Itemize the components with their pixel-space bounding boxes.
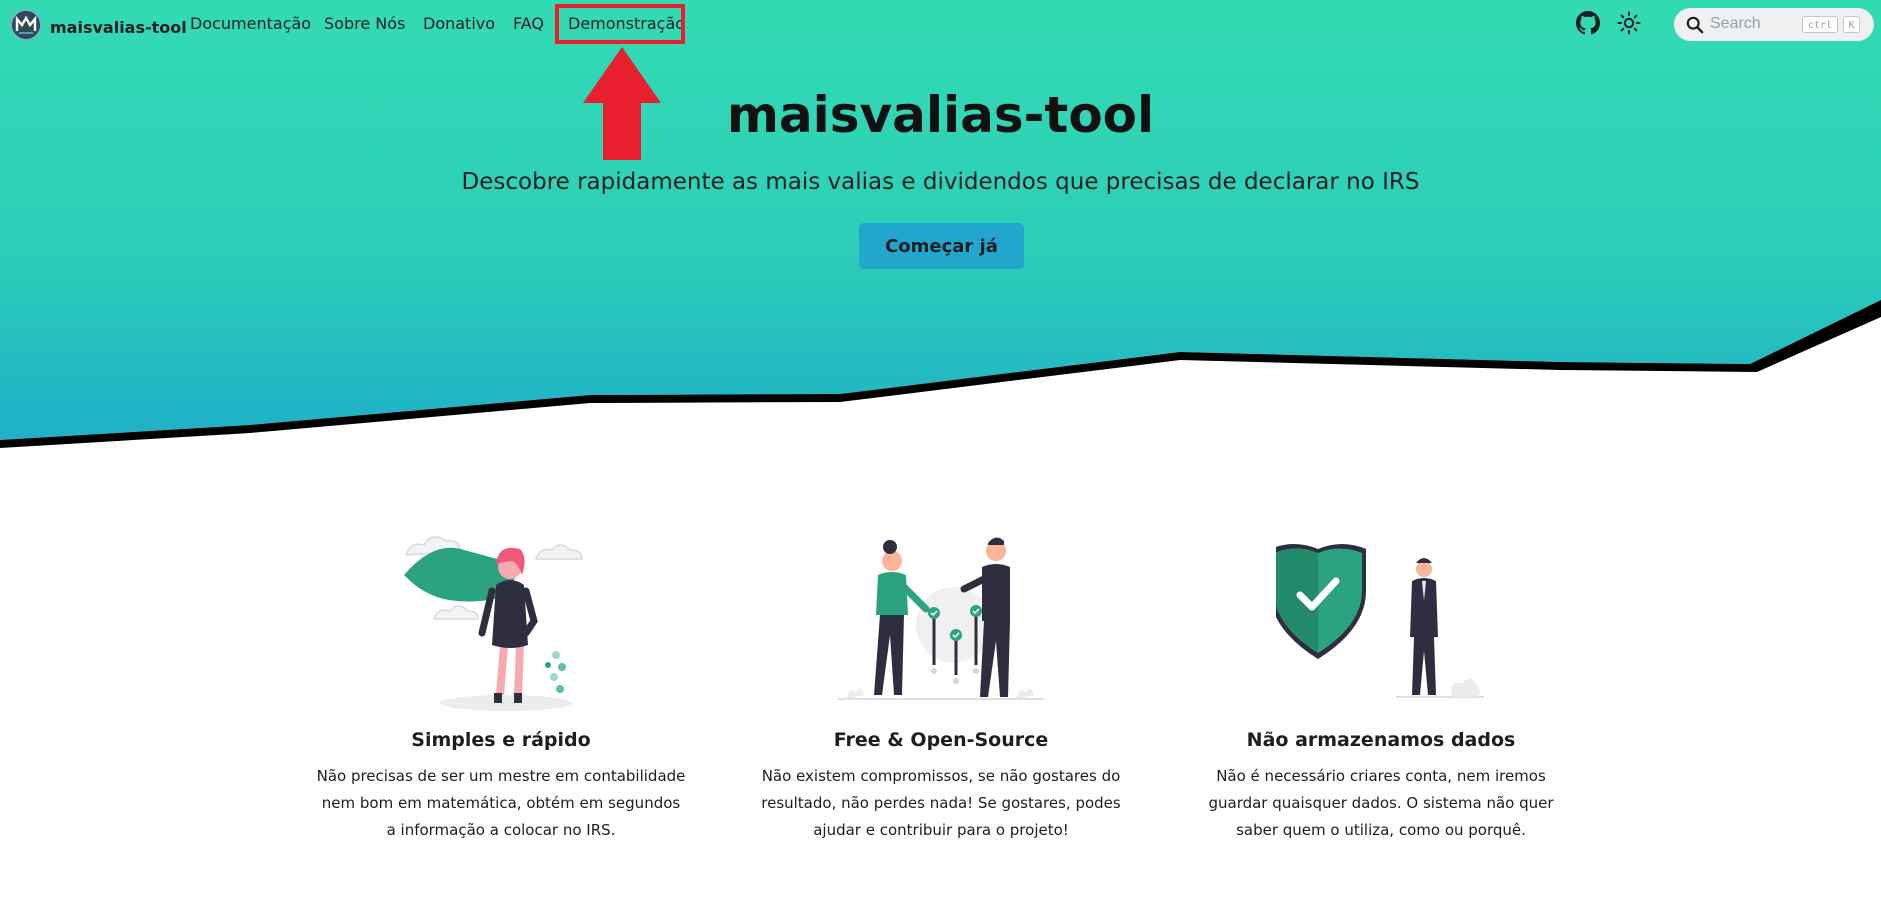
superhero-illustration: [404, 536, 583, 711]
github-link[interactable]: [1575, 11, 1601, 39]
sun-icon: [1617, 11, 1641, 39]
feature-description: Não precisas de ser um mestre em contabi…: [316, 767, 686, 839]
get-started-button[interactable]: Começar já: [859, 223, 1024, 269]
shortcut-ctrl-key: ctrl: [1802, 16, 1838, 33]
feature-title: Não armazenamos dados: [1246, 729, 1516, 751]
hero-title: maisvalias-tool: [726, 86, 1155, 144]
feature-simple: Simples e rápido Não precisas de ser um …: [301, 525, 701, 844]
team-illustration: [838, 537, 1044, 700]
nav-link-sobre-nos[interactable]: Sobre Nós: [324, 14, 405, 33]
highlight-box: [555, 4, 685, 44]
search-box[interactable]: ctrl K: [1674, 8, 1874, 41]
feature-title: Free & Open-Source: [833, 729, 1049, 751]
hero-subtitle: Descobre rapidamente as mais valias e di…: [461, 169, 1420, 195]
search-input[interactable]: [1710, 13, 1800, 35]
security-shield-illustration: [1276, 544, 1484, 698]
navbar: maisvalias-tool Documentação Sobre Nós D…: [0, 0, 1881, 160]
feature-open-source: Free & Open-Source Não existem compromis…: [741, 525, 1141, 844]
logo-icon: [10, 9, 42, 45]
theme-toggle-button[interactable]: [1616, 11, 1642, 39]
nav-link-donativo[interactable]: Donativo: [423, 14, 495, 33]
nav-link-faq[interactable]: FAQ: [513, 14, 544, 33]
search-icon: [1686, 16, 1704, 38]
feature-no-data: Não armazenamos dados Não é necessário c…: [1181, 525, 1581, 844]
shortcut-k-key: K: [1843, 16, 1860, 33]
feature-description: Não é necessário criares conta, nem irem…: [1208, 767, 1554, 839]
brand-link[interactable]: maisvalias-tool: [10, 9, 187, 45]
feature-title: Simples e rápido: [411, 729, 591, 751]
github-icon: [1576, 11, 1600, 39]
feature-description: Não existem compromissos, se não gostare…: [761, 767, 1121, 839]
nav-link-documentacao[interactable]: Documentação: [190, 14, 311, 33]
brand-name: maisvalias-tool: [50, 17, 187, 37]
